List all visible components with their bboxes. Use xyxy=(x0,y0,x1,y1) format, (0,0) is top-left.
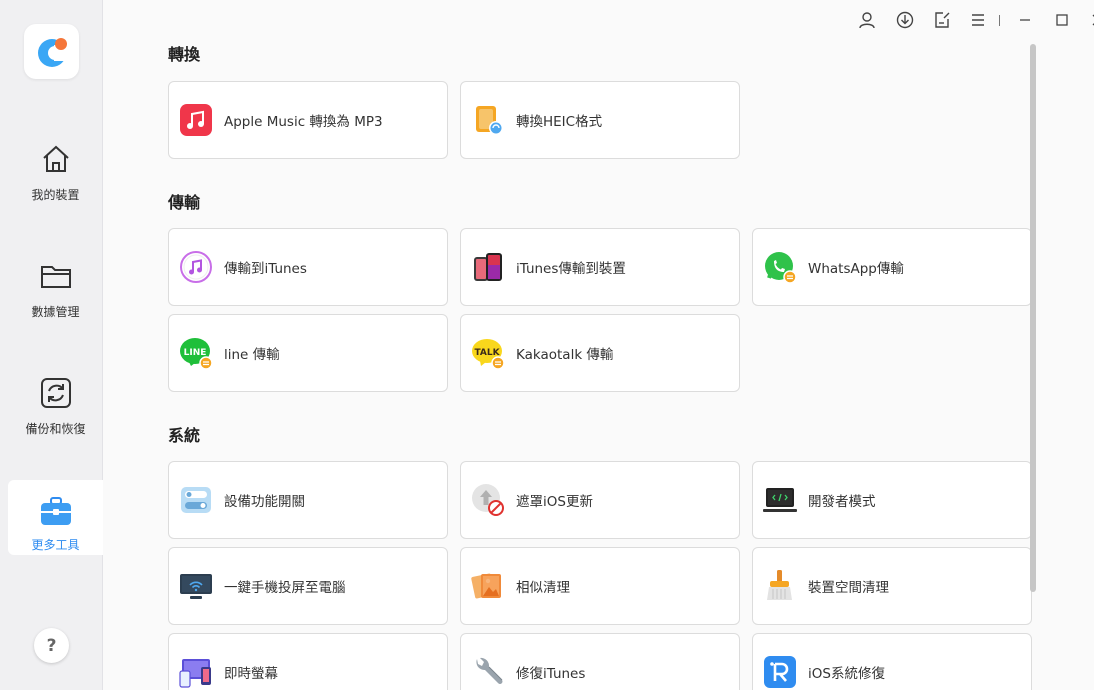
tool-card-transfer-itunes[interactable]: 傳輸到iTunes xyxy=(168,228,448,306)
tool-card-repair-itunes[interactable]: 修復iTunes xyxy=(460,633,740,690)
heic-convert-icon xyxy=(471,103,505,137)
kakaotalk-icon: TALK xyxy=(471,336,505,370)
user-icon[interactable] xyxy=(854,6,880,34)
maximize-icon[interactable] xyxy=(1049,6,1075,34)
feedback-icon[interactable] xyxy=(929,6,955,34)
sidebar-item-data-management[interactable]: 數據管理 xyxy=(8,255,103,330)
svg-text:LINE: LINE xyxy=(184,348,207,358)
tool-card-label: iOS系統修復 xyxy=(808,666,885,682)
tool-card-itunes-to-device[interactable]: iTunes傳輸到裝置 xyxy=(460,228,740,306)
line-icon: LINE xyxy=(179,336,213,370)
download-icon[interactable] xyxy=(892,6,918,34)
app-logo xyxy=(24,24,79,79)
itunes-icon xyxy=(179,250,213,284)
sidebar-item-label: 我的裝置 xyxy=(31,188,80,202)
tool-card-block-ios-update[interactable]: 遮罩iOS更新 xyxy=(460,461,740,539)
sidebar-item-backup-restore[interactable]: 備份和恢復 xyxy=(8,372,103,447)
tool-card-space-clean[interactable]: 裝置空間清理 xyxy=(752,547,1032,625)
tool-card-label: line 傳輸 xyxy=(224,347,280,363)
sidebar-item-more-tools[interactable]: 更多工具 xyxy=(8,480,103,555)
screen-mirror-icon xyxy=(179,569,213,603)
toolbox-icon xyxy=(39,494,73,528)
tool-card-label: 開發者模式 xyxy=(808,494,876,510)
tool-card-apple-music-mp3[interactable]: Apple Music 轉換為 MP3 xyxy=(168,81,448,159)
tool-card-label: 相似清理 xyxy=(516,580,570,596)
help-button[interactable]: ? xyxy=(34,628,69,663)
whatsapp-icon xyxy=(763,250,797,284)
tool-card-developer-mode[interactable]: 開發者模式 xyxy=(752,461,1032,539)
apple-music-icon xyxy=(179,103,213,137)
block-update-icon xyxy=(471,483,505,517)
wrench-icon xyxy=(471,655,505,689)
sidebar-item-label: 更多工具 xyxy=(31,538,80,552)
tool-card-label: 轉換HEIC格式 xyxy=(516,114,603,130)
scrollbar[interactable] xyxy=(1028,40,1038,690)
tool-card-label: 修復iTunes xyxy=(516,666,586,682)
tool-card-label: 設備功能開關 xyxy=(224,494,305,510)
folder-icon xyxy=(39,259,73,293)
tool-card-label: WhatsApp傳輸 xyxy=(808,261,904,277)
tool-card-heic[interactable]: 轉換HEIC格式 xyxy=(460,81,740,159)
tool-card-label: Apple Music 轉換為 MP3 xyxy=(224,114,383,130)
phone-icon xyxy=(471,250,505,284)
toolbar-divider xyxy=(999,15,1000,26)
menu-icon[interactable] xyxy=(965,6,991,34)
scrollbar-thumb[interactable] xyxy=(1030,44,1036,592)
help-icon: ? xyxy=(46,635,57,656)
backup-icon xyxy=(39,376,73,410)
sidebar-item-label: 備份和恢復 xyxy=(25,422,86,436)
tool-card-ios-repair[interactable]: iOS系統修復 xyxy=(752,633,1032,690)
tool-card-label: iTunes傳輸到裝置 xyxy=(516,261,626,277)
live-screen-icon xyxy=(179,655,213,689)
section-title-convert: 轉換 xyxy=(168,45,201,64)
developer-icon xyxy=(763,483,797,517)
tool-card-label: Kakaotalk 傳輸 xyxy=(516,347,614,363)
tool-card-label: 一鍵手機投屏至電腦 xyxy=(224,580,346,596)
broom-icon xyxy=(763,569,797,603)
tool-card-label: 即時螢幕 xyxy=(224,666,278,682)
photo-clean-icon xyxy=(471,569,505,603)
tool-card-label: 遮罩iOS更新 xyxy=(516,494,593,510)
section-title-system: 系統 xyxy=(168,426,201,445)
tool-card-whatsapp[interactable]: WhatsApp傳輸 xyxy=(752,228,1032,306)
sidebar-item-my-device[interactable]: 我的裝置 xyxy=(8,138,103,213)
tool-card-label: 裝置空間清理 xyxy=(808,580,889,596)
close-icon[interactable] xyxy=(1085,6,1094,34)
toggle-icon xyxy=(179,483,213,517)
window-toolbar xyxy=(824,6,1094,34)
tool-card-label: 傳輸到iTunes xyxy=(224,261,307,277)
home-icon xyxy=(39,142,73,176)
tool-card-line[interactable]: LINE line 傳輸 xyxy=(168,314,448,392)
tool-card-live-screen[interactable]: 即時螢幕 xyxy=(168,633,448,690)
minimize-icon[interactable] xyxy=(1012,6,1038,34)
tool-card-similar-clean[interactable]: 相似清理 xyxy=(460,547,740,625)
tool-card-device-switch[interactable]: 設備功能開關 xyxy=(168,461,448,539)
sidebar: 我的裝置 數據管理 備份和恢復 更多工具 ? xyxy=(0,0,103,690)
section-title-transfer: 傳輸 xyxy=(168,193,201,212)
tool-card-kakaotalk[interactable]: TALK Kakaotalk 傳輸 xyxy=(460,314,740,392)
tool-card-screen-mirror[interactable]: 一鍵手機投屏至電腦 xyxy=(168,547,448,625)
ios-repair-icon xyxy=(763,655,797,689)
sidebar-item-label: 數據管理 xyxy=(31,305,80,319)
